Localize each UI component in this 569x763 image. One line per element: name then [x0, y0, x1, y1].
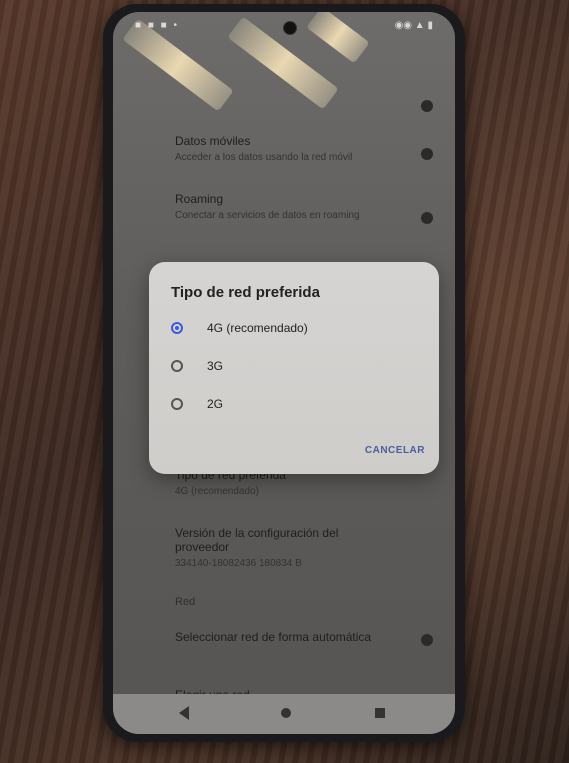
mobile-data-toggle[interactable]	[421, 148, 433, 160]
setting-auto-network[interactable]: Seleccionar red de forma automática	[175, 630, 395, 644]
setting-summary: Acceder a los datos usando la red móvil	[175, 152, 353, 163]
cancel-button[interactable]: CANCELAR	[365, 445, 425, 456]
setting-summary: Conectar a servicios de datos en roaming	[175, 210, 360, 221]
radio-option-2g[interactable]: 2G	[171, 390, 223, 418]
setting-title: Roaming	[175, 192, 224, 206]
radio-label: 2G	[207, 397, 224, 411]
phone-device: ■ ■ ■ • ◉◉ ▲ ▮ Datos móviles Acceder a l…	[103, 4, 465, 742]
setting-mobile-data[interactable]: Datos móviles Acceder a los datos usando…	[175, 134, 395, 164]
home-icon[interactable]	[281, 708, 291, 718]
setting-title: Seleccionar red de forma automática	[175, 630, 372, 644]
navigation-bar	[113, 694, 455, 734]
setting-summary: 334140-18082436 180834 B	[175, 558, 302, 569]
radio-option-3g[interactable]: 3G	[171, 352, 223, 380]
radio-option-4g[interactable]: 4G (recomendado)	[171, 314, 308, 342]
radio-checked-icon[interactable]	[171, 322, 183, 334]
radio-unchecked-icon[interactable]	[171, 398, 183, 410]
back-icon[interactable]	[179, 706, 189, 720]
top-toggle[interactable]	[421, 100, 433, 112]
section-header-red: Red	[175, 596, 196, 608]
status-bar: ■ ■ ■ • ◉◉ ▲ ▮	[113, 12, 455, 40]
radio-label: 4G (recomendado)	[207, 321, 308, 335]
radio-unchecked-icon[interactable]	[171, 360, 183, 372]
setting-carrier-config[interactable]: Versión de la configuración del proveedo…	[175, 526, 395, 570]
phone-screen: ■ ■ ■ • ◉◉ ▲ ▮ Datos móviles Acceder a l…	[113, 12, 455, 734]
radio-label: 3G	[207, 359, 224, 373]
dialog-title: Tipo de red preferida	[171, 284, 320, 301]
setting-title: Versión de la configuración del proveedo…	[175, 526, 339, 554]
auto-network-toggle[interactable]	[421, 634, 433, 646]
roaming-toggle[interactable]	[421, 212, 433, 224]
setting-roaming[interactable]: Roaming Conectar a servicios de datos en…	[175, 192, 395, 222]
recents-icon[interactable]	[375, 708, 385, 718]
preferred-network-dialog: Tipo de red preferida 4G (recomendado) 3…	[149, 262, 439, 474]
setting-title: Datos móviles	[175, 134, 251, 148]
camera-cutout	[283, 21, 297, 35]
setting-summary: 4G (recomendado)	[175, 486, 259, 497]
status-right-icons: ◉◉ ▲ ▮	[394, 20, 433, 31]
